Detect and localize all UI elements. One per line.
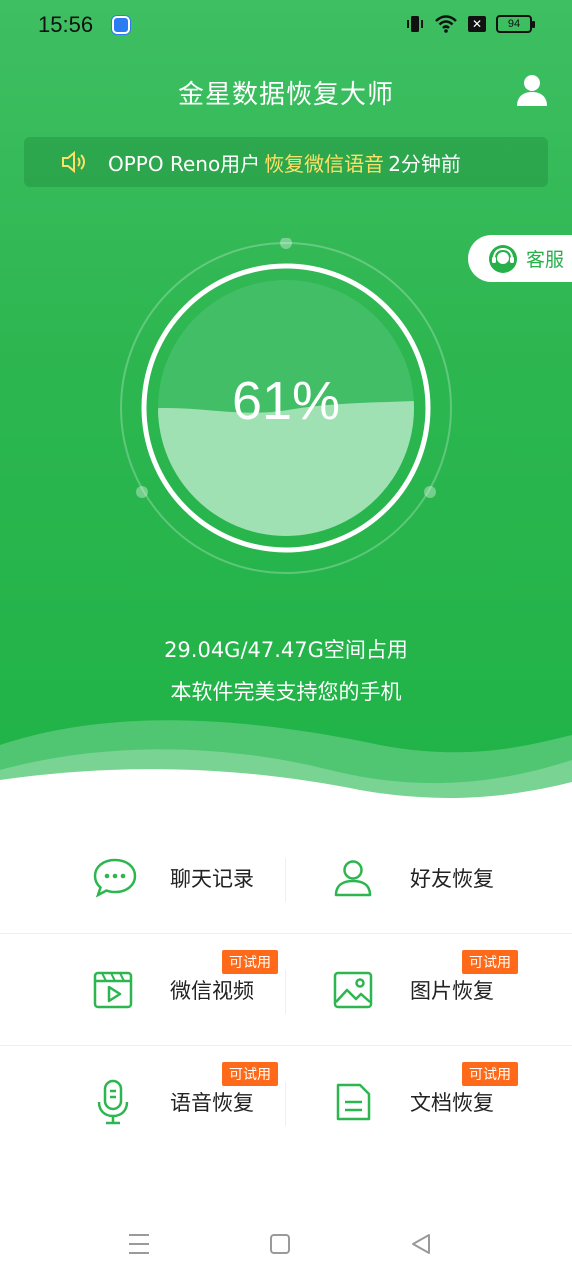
usage-percent: 61% (231, 371, 341, 431)
no-sim-icon: ✕ (468, 16, 486, 32)
feature-label: 微信视频 (170, 978, 254, 1003)
feature-row: 聊天记录 好友恢复 (0, 822, 572, 934)
speaker-icon (62, 150, 85, 174)
compatibility-text: 本软件完美支持您的手机 (170, 680, 402, 704)
chat-bubble-icon (93, 858, 137, 898)
app-notification-icon (112, 16, 130, 34)
headset-icon (489, 244, 517, 273)
recovery-ticker: OPPO Reno用户 恢复微信语音 2分钟前 (24, 137, 548, 187)
profile-button[interactable] (514, 72, 550, 112)
home-nav-button[interactable] (250, 1225, 310, 1265)
ticker-user: OPPO Reno用户 (108, 151, 261, 176)
feature-row: 可试用 微信视频 可试用 图片恢复 (0, 934, 572, 1046)
trial-badge: 可试用 (462, 1062, 518, 1086)
system-nav-bar (0, 1215, 572, 1275)
person-icon (334, 859, 372, 896)
feature-label: 图片恢复 (410, 978, 494, 1003)
document-icon (336, 1083, 371, 1121)
feature-row: 可试用 语音恢复 可试用 文档恢复 (0, 1046, 572, 1158)
document-recovery-item[interactable]: 可试用 文档恢复 (286, 1046, 572, 1158)
trial-badge: 可试用 (222, 950, 278, 974)
wifi-icon (435, 15, 457, 33)
friend-recovery-item[interactable]: 好友恢复 (286, 822, 572, 933)
chat-history-item[interactable]: 聊天记录 (0, 822, 286, 933)
hero-panel: 15:56 ✕ 94 金星数据恢复大师 OPPO Reno用户 恢复微信语音 2… (0, 0, 572, 800)
user-icon (517, 75, 547, 106)
status-time: 15:56 (38, 12, 94, 37)
app-title: 金星数据恢复大师 (177, 80, 394, 110)
trial-badge: 可试用 (462, 950, 518, 974)
feature-label: 好友恢复 (410, 866, 494, 891)
feature-label: 聊天记录 (170, 866, 254, 891)
menu-nav-button[interactable] (110, 1225, 170, 1265)
wechat-video-item[interactable]: 可试用 微信视频 (0, 934, 286, 1045)
feature-grid: 聊天记录 好友恢复 可试用 微信视频 可试用 图片恢复 可试用 语音恢复 可试用… (0, 822, 572, 1158)
feature-label: 文档恢复 (410, 1091, 494, 1115)
image-icon (333, 971, 373, 1008)
video-icon (93, 971, 133, 1008)
vibrate-icon (407, 16, 423, 32)
trial-badge: 可试用 (222, 1062, 278, 1086)
feature-label: 语音恢复 (170, 1091, 254, 1115)
ticker-time: 2分钟前 (388, 151, 461, 176)
storage-usage-text: 29.04G/47.47G空间占用 (164, 638, 408, 662)
image-recovery-item[interactable]: 可试用 图片恢复 (286, 934, 572, 1045)
ticker-action: 恢复微信语音 (264, 151, 385, 176)
voice-recovery-item[interactable]: 可试用 语音恢复 (0, 1046, 286, 1158)
customer-service-button[interactable]: 客服 (468, 235, 572, 282)
customer-service-label: 客服 (526, 249, 565, 271)
microphone-icon (97, 1079, 129, 1125)
status-bar: 15:56 ✕ 94 (0, 0, 572, 52)
battery-indicator: 94 (496, 15, 535, 33)
back-nav-button[interactable] (390, 1225, 450, 1265)
